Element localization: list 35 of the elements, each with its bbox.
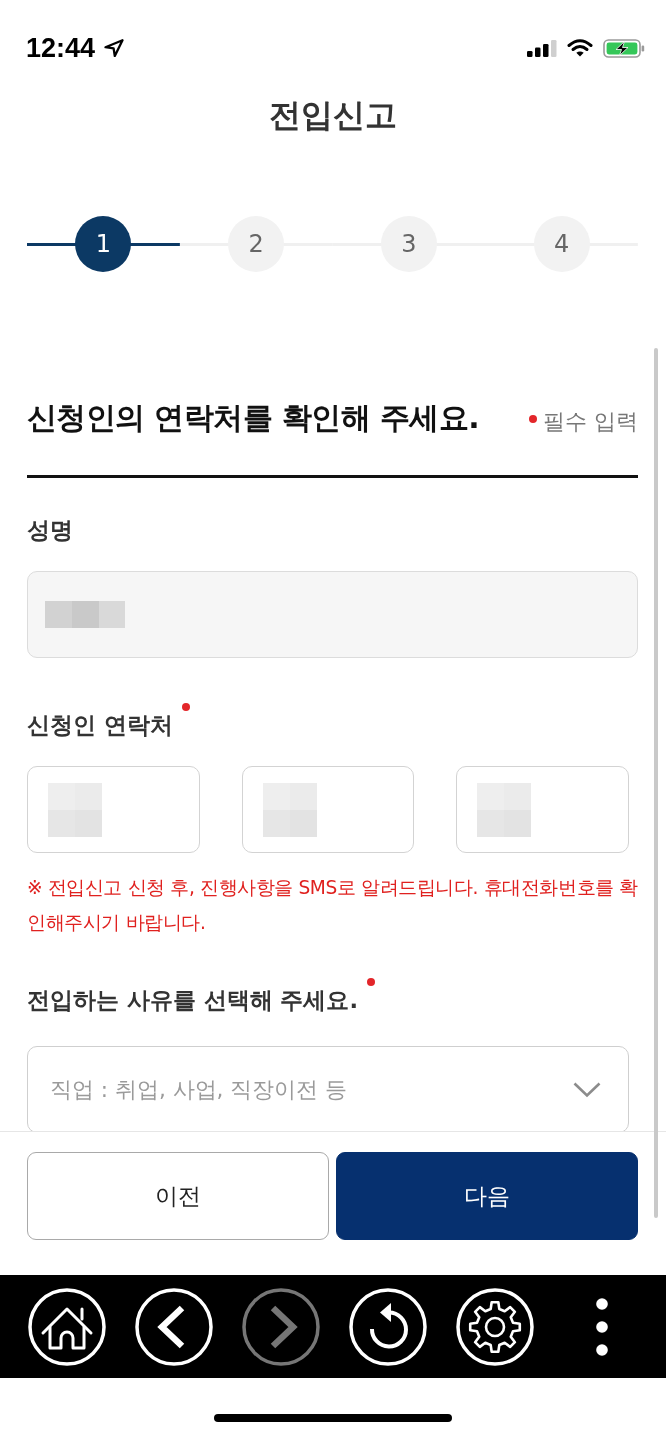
notice-text: ※ 전입신고 신청 후, 진행사항을 SMS로 알려드립니다. 휴대전화번호를 확인해주시기 바랍니다. — [27, 876, 638, 935]
refresh-icon — [348, 1287, 427, 1366]
more-button[interactable] — [595, 1297, 608, 1356]
field-label: 전입하는 사유를 선택해 주세요. — [27, 986, 359, 1015]
settings-button[interactable] — [455, 1287, 534, 1366]
settings-icon — [455, 1287, 534, 1366]
field-label: 성명 — [27, 516, 73, 545]
more-icon — [595, 1297, 608, 1356]
required-note: 필수 입력 — [543, 408, 638, 436]
refresh-button[interactable] — [348, 1287, 427, 1366]
home-button[interactable] — [27, 1287, 106, 1366]
status-time: 12:44 — [26, 33, 96, 63]
battery-charging-icon — [603, 38, 645, 58]
name-field[interactable] — [27, 571, 638, 658]
location-arrow-icon — [104, 39, 125, 57]
wifi-icon — [567, 39, 593, 57]
chevron-down-icon — [573, 1081, 601, 1098]
previous-button[interactable]: 이전 — [27, 1152, 329, 1240]
step-indicator: 4 — [533, 216, 590, 272]
back-button[interactable] — [134, 1287, 213, 1366]
phone-number-field[interactable] — [456, 766, 629, 853]
chevron-left-icon — [134, 1287, 213, 1366]
home-icon — [27, 1287, 106, 1366]
page-title: 전입신고 — [269, 95, 397, 135]
phone-number-field[interactable] — [241, 766, 415, 853]
signal-icon — [527, 39, 557, 57]
step-indicator: 2 — [228, 216, 285, 272]
section-heading: 신청인의 연락처를 확인해 주세요. — [27, 400, 479, 436]
chevron-right-icon — [241, 1287, 320, 1366]
phone-number-field[interactable] — [27, 766, 200, 853]
step-indicator: 3 — [380, 216, 437, 272]
field-label: 신청인 연락처 — [27, 711, 173, 740]
required-dot-icon — [529, 414, 537, 423]
step-indicator: 1 — [75, 216, 132, 272]
next-button[interactable]: 다음 — [336, 1152, 638, 1240]
